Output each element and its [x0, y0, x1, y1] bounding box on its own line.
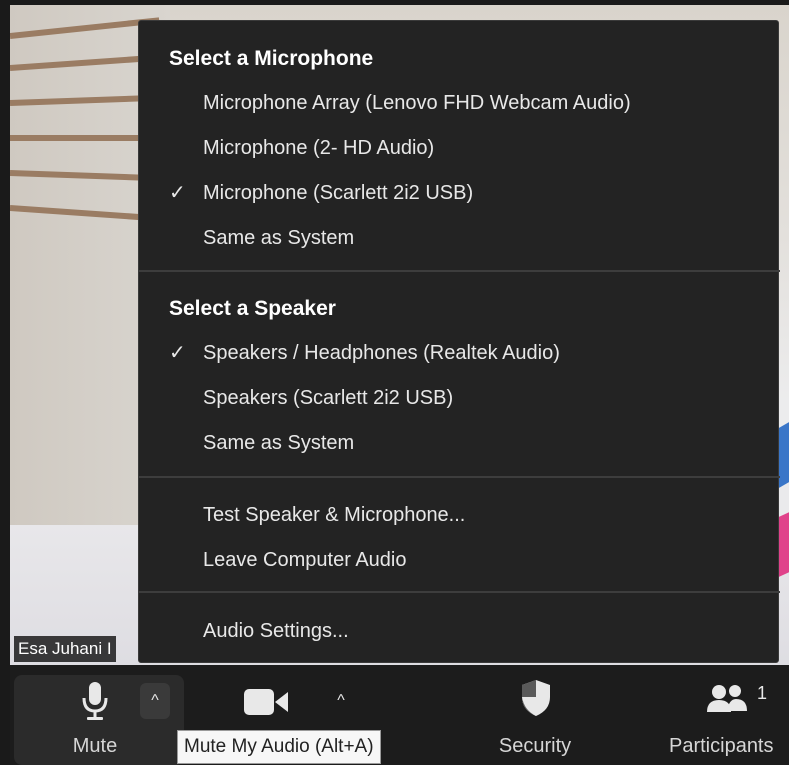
speaker-heading: Select a Speaker	[169, 297, 336, 320]
menu-item-label: Same as System	[203, 227, 355, 249]
audio-options-menu: Select a Microphone Microphone Array (Le…	[138, 20, 780, 663]
microphone-icon	[82, 682, 108, 720]
participant-name-tag: Esa Juhani I	[14, 636, 116, 662]
security-label: Security	[498, 735, 572, 757]
mute-button[interactable]: Mute	[55, 665, 135, 765]
menu-item-microphone-hd-audio[interactable]: Microphone (2- HD Audio)	[169, 128, 769, 168]
menu-item-leave-computer-audio[interactable]: Leave Computer Audio	[169, 540, 769, 580]
menu-item-label: Test Speaker & Microphone...	[203, 504, 466, 526]
menu-item-label: Audio Settings...	[203, 620, 349, 642]
menu-item-label: Leave Computer Audio	[203, 549, 407, 571]
menu-item-label: Same as System	[203, 432, 355, 454]
participants-icon	[707, 685, 747, 712]
menu-item-label: Microphone (2- HD Audio)	[203, 137, 435, 159]
menu-item-label: Microphone Array (Lenovo FHD Webcam Audi…	[203, 92, 631, 114]
menu-item-speaker-scarlett[interactable]: Speakers (Scarlett 2i2 USB)	[169, 378, 769, 418]
meeting-toolbar: Mute ^ ^ Security 1 Participants	[10, 665, 789, 765]
start-video-button[interactable]	[230, 665, 310, 735]
menu-item-label: Speakers (Scarlett 2i2 USB)	[203, 387, 454, 409]
video-blue-stripe	[779, 422, 789, 488]
check-icon: ✓	[169, 342, 186, 364]
menu-item-test-speaker-microphone[interactable]: Test Speaker & Microphone...	[169, 495, 769, 535]
mute-tooltip: Mute My Audio (Alt+A)	[177, 730, 381, 764]
menu-divider	[139, 476, 780, 478]
participants-count: 1	[757, 683, 768, 703]
menu-item-microphone-scarlett[interactable]: ✓ Microphone (Scarlett 2i2 USB)	[169, 173, 769, 213]
chevron-up-icon: ^	[151, 692, 159, 709]
participants-label: Participants	[669, 735, 774, 757]
video-options-caret[interactable]: ^	[326, 683, 356, 719]
menu-item-audio-settings[interactable]: Audio Settings...	[169, 611, 769, 651]
audio-options-caret[interactable]: ^	[140, 683, 170, 719]
shield-icon	[522, 680, 550, 716]
menu-item-label: Speakers / Headphones (Realtek Audio)	[203, 342, 560, 364]
menu-item-microphone-array[interactable]: Microphone Array (Lenovo FHD Webcam Audi…	[169, 83, 769, 123]
menu-item-label: Microphone (Scarlett 2i2 USB)	[203, 182, 474, 204]
menu-item-microphone-same-as-system[interactable]: Same as System	[169, 218, 769, 258]
menu-divider	[139, 270, 780, 272]
chevron-up-icon: ^	[337, 692, 345, 709]
video-camera-icon	[244, 689, 288, 715]
microphone-heading: Select a Microphone	[169, 47, 374, 70]
mute-label: Mute	[72, 735, 118, 757]
participants-button[interactable]: 1 Participants	[665, 665, 789, 765]
check-icon: ✓	[169, 182, 186, 204]
menu-item-speaker-same-as-system[interactable]: Same as System	[169, 423, 769, 463]
menu-item-speaker-realtek[interactable]: ✓ Speakers / Headphones (Realtek Audio)	[169, 333, 769, 373]
security-button[interactable]: Security	[480, 665, 590, 765]
menu-divider	[139, 591, 780, 593]
